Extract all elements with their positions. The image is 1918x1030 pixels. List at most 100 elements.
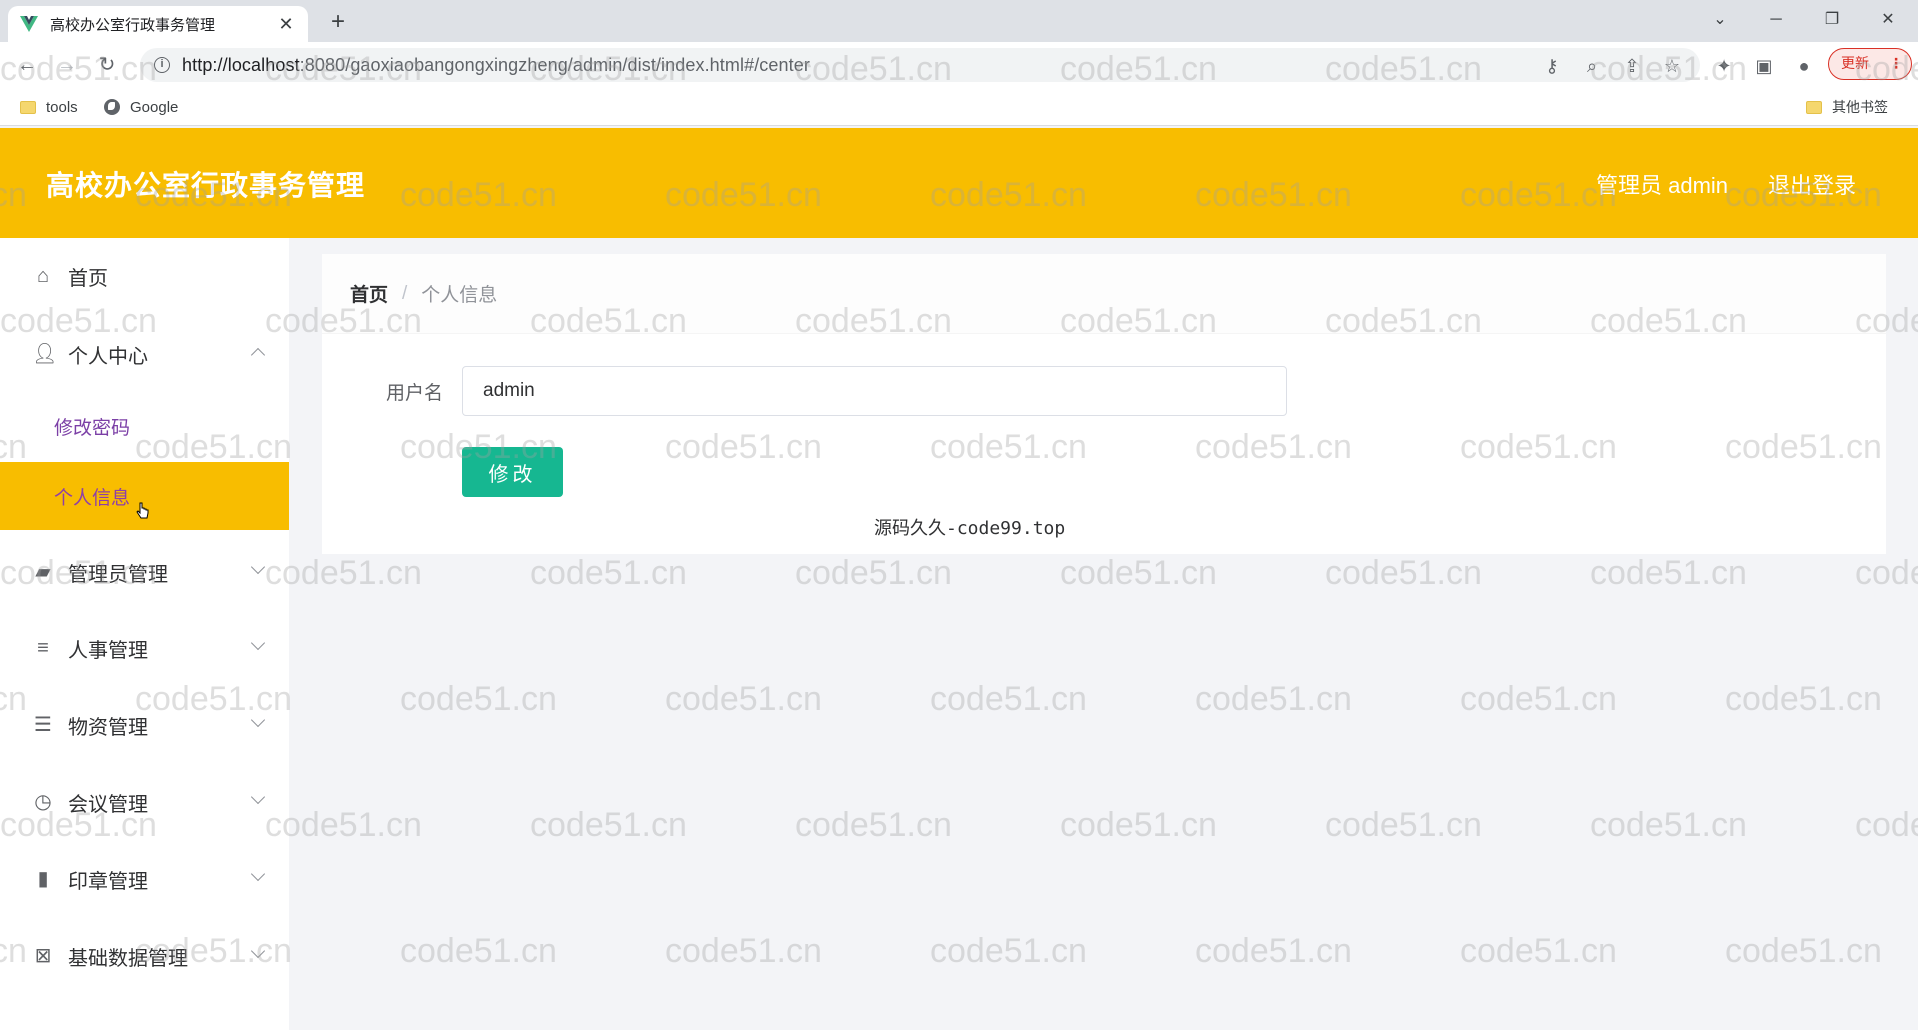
breadcrumb: 首页 / 个人信息 [322, 254, 1886, 334]
watermark-text: code51.cn [530, 806, 687, 844]
chevron-down-icon [250, 712, 266, 728]
bookmark-tools[interactable]: tools [20, 96, 78, 118]
watermark-text: code51.cn [1325, 554, 1482, 592]
extensions-icon[interactable]: ✦ [1712, 54, 1736, 78]
watermark-text: code51.cn [1855, 554, 1918, 592]
footer-credit: 源码久久-code99.top [874, 518, 1066, 539]
url-text: http://localhost:8080/gaoxiaobangongxing… [182, 54, 810, 75]
current-user: 管理员 admin [1596, 173, 1729, 198]
new-tab-button[interactable]: + [322, 6, 354, 38]
chevron-up-icon [250, 347, 266, 363]
sidebar-item-seal-management[interactable]: ▮ 印章管理 [0, 849, 289, 909]
chevron-down-icon [250, 789, 266, 805]
update-button[interactable]: 更新 ⋮ [1828, 48, 1912, 80]
watermark-text: code51.cn [400, 680, 557, 718]
window-close-icon[interactable]: ✕ [1868, 6, 1908, 34]
watermark-text: code51.cn [1060, 554, 1217, 592]
bookmark-google[interactable]: Google [104, 96, 178, 118]
tab-title: 高校办公室行政事务管理 [50, 16, 216, 34]
app-title: 高校办公室行政事务管理 [46, 170, 366, 201]
sidebar-item-label: 人事管理 [68, 639, 148, 662]
bookmark-other[interactable]: 其他书签 [1806, 96, 1888, 118]
sidebar-item-label: 会议管理 [68, 793, 148, 816]
watermark-text: code51.cn [1725, 680, 1882, 718]
minimize-icon[interactable]: ─ [1756, 6, 1796, 34]
watermark-text: code51.cn [795, 554, 952, 592]
sidebar-item-base-data-management[interactable]: ⊠ 基础数据管理 [0, 926, 289, 986]
watermark-text: code51.cn [1590, 806, 1747, 844]
watermark-text: code51.cn [795, 806, 952, 844]
sidebar-item-label: 管理员管理 [68, 563, 168, 586]
bookmarks-bar: tools Google 其他书签 [0, 88, 1918, 126]
sidebar-menu: ⌂ 首页 👤︎ 个人中心 修改密码 个人信息 ▰ 管理员管理 ≡ 人事管理 ☰ … [0, 238, 289, 1030]
sidebar-item-meeting-management[interactable]: ◷ 会议管理 [0, 772, 289, 832]
mouse-pointer-icon [136, 502, 149, 519]
watermark-text: code51.cn [530, 554, 687, 592]
logout-link[interactable]: 退出登录 [1768, 168, 1856, 200]
star-icon[interactable]: ☆ [1660, 54, 1684, 78]
sidebar-item-personal-center[interactable]: 👤︎ 个人中心 [0, 324, 289, 384]
zoom-icon[interactable]: ⌕ [1580, 54, 1604, 78]
update-submit-button[interactable]: 修改 [462, 447, 563, 497]
watermark-text: code51.cn [1460, 932, 1617, 970]
watermark-text: code51.cn [1590, 554, 1747, 592]
browser-toolbar: ← → ↻ i http://localhost:8080/gaoxiaoban… [0, 42, 1918, 88]
watermark-text: code51.cn [1725, 932, 1882, 970]
compass-icon: ◷ [34, 791, 52, 813]
folder-icon [1806, 100, 1822, 114]
sliders-icon: ☰ [34, 714, 52, 736]
watermark-text: code51.cn [1460, 680, 1617, 718]
globe-icon [104, 99, 120, 115]
sidebar-subitem-change-password[interactable]: 修改密码 [0, 392, 289, 460]
watermark-text: code51.cn [1855, 806, 1918, 844]
watermark-text: code51.cn [665, 680, 822, 718]
sidebar-item-admin-management[interactable]: ▰ 管理员管理 [0, 542, 289, 602]
sidebar-item-material-management[interactable]: ☰ 物资管理 [0, 695, 289, 755]
watermark-text: code51.cn [1060, 806, 1217, 844]
watermark-text: code51.cn [1195, 680, 1352, 718]
watermark-text: code51.cn [930, 680, 1087, 718]
chevron-down-icon [250, 635, 266, 651]
share-icon[interactable]: ⇪ [1620, 54, 1644, 78]
back-icon[interactable]: ← [12, 50, 42, 80]
sidebar-item-label: 基础数据管理 [68, 947, 188, 970]
watermark-text: code51.cn [665, 932, 822, 970]
app-header: 高校办公室行政事务管理 管理员 admin 退出登录 [0, 128, 1918, 238]
bar-chart-icon: ▮ [37, 868, 49, 890]
reload-icon[interactable]: ↻ [92, 50, 122, 80]
browser-tab[interactable]: 高校办公室行政事务管理 ✕ [8, 6, 308, 42]
forward-icon[interactable]: → [52, 50, 82, 80]
address-bar[interactable]: i http://localhost:8080/gaoxiaobangongxi… [140, 48, 1700, 82]
delete-box-icon: ⊠ [34, 945, 52, 967]
browser-tabstrip: 高校办公室行政事务管理 ✕ + ⌄ ─ ❐ ✕ [0, 0, 1918, 42]
user-icon: 👤︎ [32, 343, 58, 365]
breadcrumb-current: 个人信息 [421, 285, 498, 306]
sidebar-item-label: 首页 [68, 267, 108, 290]
restore-icon[interactable]: ❐ [1812, 6, 1852, 34]
info-icon[interactable]: i [154, 57, 170, 73]
watermark-text: code51.cn [1325, 806, 1482, 844]
vue-logo-icon [20, 16, 38, 32]
sidebar-item-label: 印章管理 [68, 870, 148, 893]
home-icon: ⌂ [36, 265, 50, 287]
chevron-down-icon [250, 866, 266, 882]
briefcase-icon: ▰ [35, 561, 51, 583]
breadcrumb-separator: / [402, 282, 408, 304]
breadcrumb-home[interactable]: 首页 [350, 280, 388, 307]
sidebar-item-hr-management[interactable]: ≡ 人事管理 [0, 618, 289, 678]
close-tab-icon[interactable]: ✕ [276, 14, 296, 35]
tab-search-icon[interactable]: ⌄ [1700, 6, 1740, 34]
watermark-text: code51.cn [930, 932, 1087, 970]
sidebar-item-home[interactable]: ⌂ 首页 [0, 246, 289, 306]
chevron-down-icon [250, 943, 266, 959]
side-panel-icon[interactable]: ▣ [1752, 54, 1776, 78]
watermark-text: code51.cn [400, 932, 557, 970]
menu-dots-icon[interactable]: ⋮ [1889, 49, 1903, 78]
username-input[interactable] [462, 366, 1287, 416]
chevron-down-icon [250, 559, 266, 575]
sidebar-item-label: 个人中心 [68, 345, 148, 368]
profile-icon[interactable]: ● [1792, 54, 1816, 78]
watermark-text: code51.cn [1195, 932, 1352, 970]
username-label: 用户名 [386, 383, 444, 404]
key-icon[interactable]: ⚷ [1540, 54, 1564, 78]
